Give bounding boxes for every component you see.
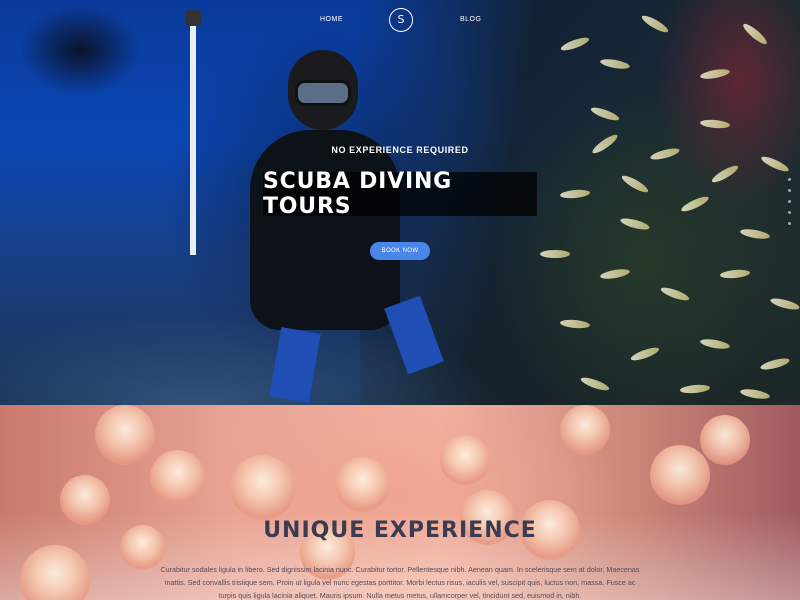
logo-letter: S xyxy=(397,13,405,26)
diver-mask xyxy=(295,80,351,106)
anemone-tentacle xyxy=(335,457,390,512)
anemone-tentacle xyxy=(700,415,750,465)
fish xyxy=(540,250,570,258)
section-title: UNIQUE EXPERIENCE xyxy=(263,518,537,543)
hero-diver-image xyxy=(180,10,460,403)
hero-title: SCUBA DIVING TOURS xyxy=(263,169,453,219)
nav-home-link[interactable]: HOME xyxy=(320,16,343,23)
slider-dot[interactable] xyxy=(788,178,791,181)
anemone-tentacle xyxy=(650,445,710,505)
anemone-tentacle xyxy=(95,405,155,465)
site-logo[interactable]: S xyxy=(389,8,413,32)
slider-dot[interactable] xyxy=(788,222,791,225)
nav-blog-link[interactable]: BLOG xyxy=(460,16,481,23)
slider-dots xyxy=(788,178,794,233)
section-paragraph: Curabitur sodales ligula in libero. Sed … xyxy=(160,565,640,600)
hero-section: HOME S BLOG NO EXPERIENCE REQUIRED SCUBA… xyxy=(0,0,800,405)
hero-subtitle: NO EXPERIENCE REQUIRED xyxy=(331,145,469,155)
slider-dot[interactable] xyxy=(788,200,791,203)
anemone-tentacle xyxy=(20,545,90,600)
anemone-tentacle xyxy=(440,435,490,485)
diver-body xyxy=(250,130,400,330)
hero-title-box: SCUBA DIVING TOURS xyxy=(263,169,537,219)
book-now-button[interactable]: BOOK NOW xyxy=(370,242,430,260)
top-navigation: HOME S BLOG xyxy=(0,8,800,34)
diver-fin-right xyxy=(384,295,444,375)
slider-dot[interactable] xyxy=(788,211,791,214)
selfie-stick xyxy=(190,15,196,255)
unique-experience-section: UNIQUE EXPERIENCE Curabitur sodales ligu… xyxy=(0,405,800,600)
anemone-tentacle xyxy=(150,450,205,505)
anemone-tentacle xyxy=(230,455,295,520)
anemone-tentacle xyxy=(560,405,610,455)
diver-fin-left xyxy=(269,327,321,403)
slider-dot[interactable] xyxy=(788,189,791,192)
